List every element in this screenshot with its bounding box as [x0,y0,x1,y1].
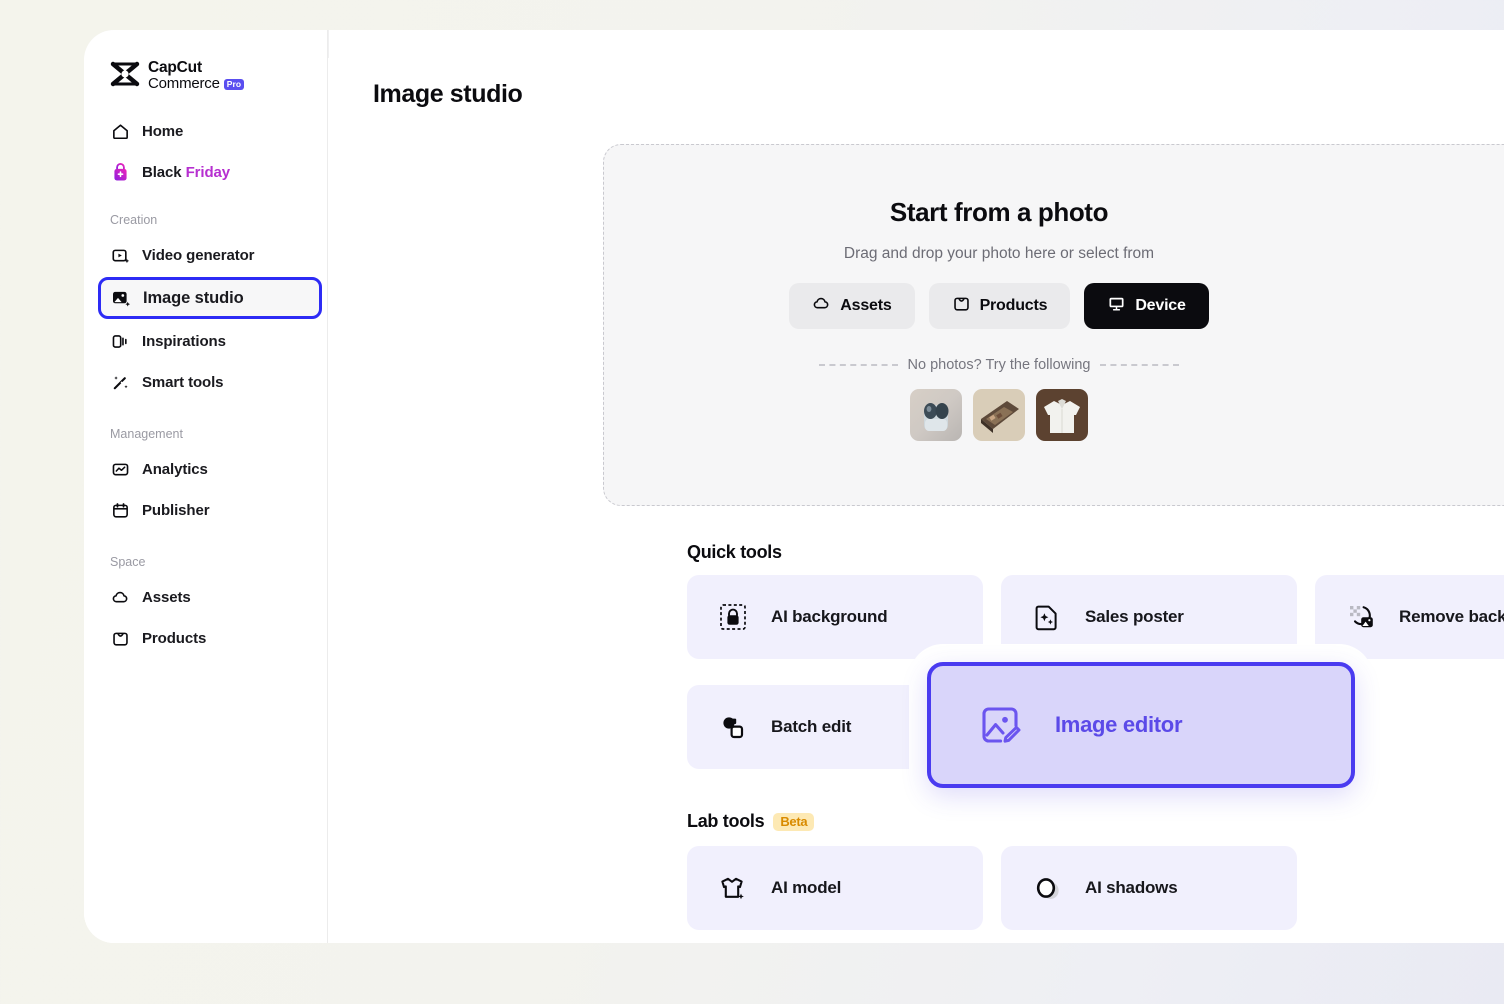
analytics-icon [110,459,130,479]
dropzone-subtitle: Drag and drop your photo here or select … [844,245,1154,263]
tool-card-label: Image editor [1055,712,1182,738]
sidebar-item-label: Publisher [142,502,209,519]
tool-card-label: Sales poster [1085,607,1184,627]
pro-badge: Pro [224,79,244,90]
earbuds-thumbnail[interactable] [910,389,962,441]
sidebar-item-assets[interactable]: Assets [98,578,313,616]
shopping-bag-icon [952,294,971,318]
tool-card-sales-poster[interactable]: Sales poster [1001,575,1297,659]
brand-logo-block[interactable]: CapCut Commerce Pro [84,30,327,92]
sidebar-item-label: Smart tools [142,374,223,391]
tool-card-label: Batch edit [771,717,851,737]
tool-card-ai-background[interactable]: AI background [687,575,983,659]
monitor-icon [1107,294,1126,318]
sidebar-item-label: Assets [142,589,191,606]
lab-tools-heading: Lab tools Beta [687,811,814,832]
ai-background-icon [717,601,749,633]
inspirations-icon [110,331,130,351]
divider-line-right [1100,364,1179,366]
sidebar-item-black-friday[interactable]: Black Friday [98,153,313,191]
sidebar-group-heading: Space [84,555,327,575]
upload-dropzone-content: Start from a photo Drag and drop your ph… [604,145,1394,505]
sidebar-item-label: Home [142,123,183,140]
sidebar-item-inspirations[interactable]: Inspirations [98,322,313,360]
sidebar: CapCut Commerce Pro Home [84,30,328,943]
tool-card-label: AI background [771,607,887,627]
quick-tools-heading: Quick tools [687,542,782,563]
button-label: Device [1135,297,1185,315]
tool-card-label: AI model [771,878,841,898]
quick-tools-heading-label: Quick tools [687,542,782,563]
button-label: Assets [840,297,891,315]
white-shirt-thumbnail[interactable] [1036,389,1088,441]
sidebar-group-management: Management Analytics [84,427,327,529]
tool-card-image-editor[interactable]: Image editor [927,662,1355,788]
home-icon [110,121,130,141]
no-photos-divider: No photos? Try the following [819,357,1179,373]
lab-tools-heading-label: Lab tools [687,811,764,832]
sidebar-group-heading: Creation [84,213,327,233]
tool-card-ai-model[interactable]: AI model [687,846,983,930]
shopping-bag-icon [110,628,130,648]
magic-wand-icon [110,372,130,392]
tool-card-remove-background[interactable]: Remove background [1315,575,1504,659]
sidebar-top-group: Home Bla [84,112,327,191]
main-content: Image studio Start from a photo Drag and… [329,30,1504,943]
brand-name-secondary: Commerce [148,76,220,92]
button-label: Products [980,297,1048,315]
tool-card-label: AI shadows [1085,878,1177,898]
upload-source-buttons: Assets Products [789,283,1208,329]
tool-card-label: Remove background [1399,607,1504,627]
sidebar-item-video-generator[interactable]: Video generator [98,236,313,274]
photo-upload-dropzone[interactable]: Start from a photo Drag and drop your ph… [603,144,1504,506]
sidebar-group-space: Space Assets Products [84,555,327,657]
image-editor-icon [977,702,1023,748]
sidebar-group-creation: Creation Video generator [84,213,327,401]
ai-model-icon [717,872,749,904]
app-window: CapCut Commerce Pro Home [84,30,1504,943]
shopping-bag-gradient-icon [110,162,130,182]
sidebar-item-publisher[interactable]: Publisher [98,491,313,529]
sidebar-item-label: Video generator [142,247,254,264]
divider-label: No photos? Try the following [908,357,1091,373]
sample-photo-thumbnails [910,389,1088,441]
sidebar-item-label: Products [142,630,206,647]
sidebar-item-label: Image studio [143,289,244,308]
cloud-icon [110,587,130,607]
video-generator-icon [110,245,130,265]
beta-badge: Beta [773,813,814,831]
ai-shadows-icon [1031,872,1063,904]
image-studio-icon [111,288,131,308]
sidebar-item-smart-tools[interactable]: Smart tools [98,363,313,401]
assets-button[interactable]: Assets [789,283,914,329]
sidebar-item-home[interactable]: Home [98,112,313,150]
sidebar-group-heading: Management [84,427,327,447]
sales-poster-icon [1031,601,1063,633]
sidebar-item-products[interactable]: Products [98,619,313,657]
device-button[interactable]: Device [1084,283,1208,329]
products-button[interactable]: Products [929,283,1071,329]
sidebar-item-analytics[interactable]: Analytics [98,450,313,488]
remove-background-icon [1345,601,1377,633]
sidebar-item-label: Inspirations [142,333,226,350]
cloud-icon [812,294,831,318]
capcut-logo-icon [110,61,140,92]
black-friday-accent: Friday [186,164,230,181]
divider-line-left [819,364,898,366]
sidebar-item-image-studio[interactable]: Image studio [98,277,322,319]
dropzone-title: Start from a photo [890,197,1108,228]
makeup-palette-thumbnail[interactable] [973,389,1025,441]
sidebar-item-label: Black Friday [142,164,230,181]
calendar-icon [110,500,130,520]
tool-card-ai-shadows[interactable]: AI shadows [1001,846,1297,930]
sidebar-item-label: Analytics [142,461,208,478]
page-title: Image studio [373,80,522,109]
brand-name-primary: CapCut [148,60,244,77]
batch-edit-icon [717,711,749,743]
